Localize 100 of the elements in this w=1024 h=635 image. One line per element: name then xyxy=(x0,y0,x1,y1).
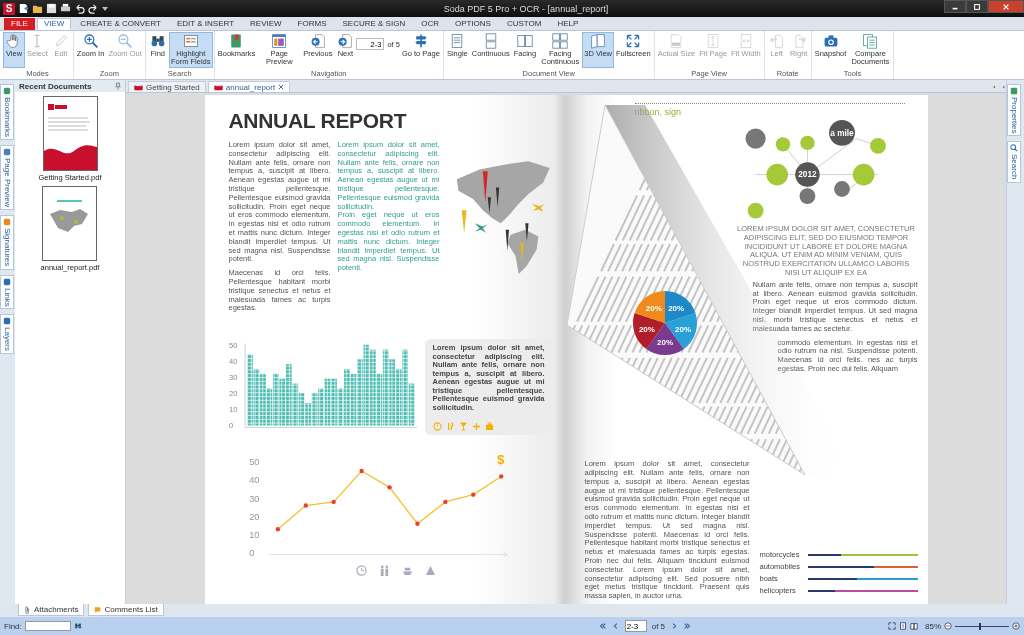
tick-label: 0 xyxy=(248,548,254,559)
facing-pages-icon xyxy=(516,33,533,49)
app-logo: S xyxy=(3,2,15,15)
clock-icon xyxy=(432,422,442,431)
zoom-in-icon[interactable] xyxy=(1012,622,1020,630)
side-tab[interactable]: Page Preview xyxy=(0,145,14,211)
print-icon[interactable] xyxy=(60,3,71,14)
menu-tab[interactable]: SECURE & SIGN xyxy=(335,18,413,30)
panel-tab[interactable]: Comments List xyxy=(88,604,164,616)
side-tab[interactable]: Links xyxy=(0,274,14,310)
folder-icon[interactable] xyxy=(32,3,43,14)
camera-icon xyxy=(822,33,839,49)
binoculars-icon[interactable] xyxy=(73,622,82,630)
menu-tab[interactable]: FILE xyxy=(4,18,35,30)
pie-label: 20% xyxy=(674,324,691,334)
next-icon xyxy=(337,33,354,49)
pie-label: 20% xyxy=(645,303,662,313)
first-page-icon[interactable] xyxy=(598,622,607,630)
data-point xyxy=(442,499,448,505)
people-icon xyxy=(378,565,390,576)
previous-page-icon[interactable] xyxy=(611,622,620,630)
menu-tab[interactable]: EDIT & INSERT xyxy=(169,18,242,30)
menu-tab[interactable]: VIEW xyxy=(36,18,72,30)
zoom-out-icon[interactable] xyxy=(944,622,952,630)
facing-continuous-icon xyxy=(552,33,569,49)
document-thumbnail[interactable] xyxy=(42,186,98,261)
document-tab[interactable]: Getting Started xyxy=(128,81,206,92)
scroll-left-icon[interactable] xyxy=(992,84,998,90)
side-tab[interactable]: Properties xyxy=(1007,84,1021,137)
caret-icon[interactable] xyxy=(102,5,108,12)
pie-label: 20% xyxy=(638,324,655,334)
tick-label: 40 xyxy=(248,475,259,486)
undo-icon[interactable] xyxy=(74,3,85,14)
maximize-button[interactable] xyxy=(966,0,988,13)
close-icon[interactable] xyxy=(278,84,285,90)
menu-tab[interactable]: CREATE & CONVERT xyxy=(73,18,168,30)
tick-label: 10 xyxy=(228,404,237,414)
pie-label: 20% xyxy=(667,303,684,313)
menu-tab[interactable]: REVIEW xyxy=(243,18,289,30)
save-icon[interactable] xyxy=(46,3,57,14)
page-number-field[interactable]: 2-3 xyxy=(624,620,647,632)
tick-label: 50 xyxy=(228,340,237,350)
zoom-slider-thumb[interactable] xyxy=(979,622,982,630)
tick-label: 30 xyxy=(248,493,259,504)
glass-icon xyxy=(458,422,468,431)
data-point xyxy=(498,474,503,479)
compare-documents-icon xyxy=(862,33,879,49)
speech-bubble-icon xyxy=(94,605,102,614)
data-point xyxy=(303,503,308,508)
tick-label: 10 xyxy=(248,530,259,541)
redo-icon[interactable] xyxy=(88,3,99,14)
window-title: Soda PDF 5 Pro + OCR - [annual_report] xyxy=(442,3,610,14)
data-point xyxy=(275,527,280,532)
last-page-icon[interactable] xyxy=(683,622,692,630)
menu-tab[interactable]: HELP xyxy=(550,18,586,30)
fit-page-icon[interactable] xyxy=(888,622,896,630)
menu-tab[interactable]: CUSTOM xyxy=(499,18,549,30)
find-field[interactable] xyxy=(24,621,71,631)
signpost-icon xyxy=(412,33,429,49)
clock-icon xyxy=(355,565,367,576)
tick-label: 40 xyxy=(228,356,237,366)
new-document-icon[interactable] xyxy=(18,3,29,14)
pin-icon[interactable] xyxy=(115,82,121,90)
fullscreen-icon xyxy=(625,33,642,49)
circle-label: a mile xyxy=(829,128,854,138)
tick-label: 50 xyxy=(248,457,259,468)
scroll-right-icon[interactable] xyxy=(1000,84,1006,90)
menu-tab[interactable]: FORMS xyxy=(290,18,334,30)
report-title: ANNUAL REPORT xyxy=(228,109,408,133)
close-icon xyxy=(1002,2,1010,11)
zoom-out-icon xyxy=(117,33,134,49)
next-page-icon[interactable] xyxy=(670,622,679,630)
data-point xyxy=(414,521,420,526)
pie-slice xyxy=(634,291,665,323)
menu-tab[interactable]: OCR xyxy=(414,18,446,30)
form-icon xyxy=(182,33,199,49)
document-tab[interactable]: annual_report xyxy=(207,81,291,92)
side-tab[interactable]: Layers xyxy=(0,314,14,355)
open-book-icon[interactable] xyxy=(910,622,918,630)
circle-label: 2012 xyxy=(797,170,817,180)
panel-tab[interactable]: Attachments xyxy=(18,604,85,616)
data-point xyxy=(386,485,392,490)
side-tab[interactable]: Search xyxy=(1007,141,1021,183)
fit-width-icon[interactable] xyxy=(899,622,907,630)
find-label: Find: xyxy=(4,621,22,631)
open-book-icon xyxy=(590,33,607,49)
side-tab[interactable]: Signatures xyxy=(0,215,14,270)
tick-label: 20 xyxy=(248,511,259,522)
plus-icon xyxy=(471,422,481,431)
tick-label: 30 xyxy=(228,372,237,382)
pie-label: 20% xyxy=(656,338,673,347)
panel-title: Recent Documents xyxy=(19,81,92,91)
page-count: of 5 xyxy=(651,621,666,631)
tick-label: 20 xyxy=(228,388,237,398)
side-tab[interactable]: Bookmarks xyxy=(0,84,14,140)
zoom-percentage: 85% xyxy=(925,621,941,631)
menu-tab[interactable]: OPTIONS xyxy=(447,18,498,30)
search-icon xyxy=(1010,144,1018,153)
document-thumbnail[interactable] xyxy=(42,96,98,171)
zoom-in-icon xyxy=(82,33,99,49)
